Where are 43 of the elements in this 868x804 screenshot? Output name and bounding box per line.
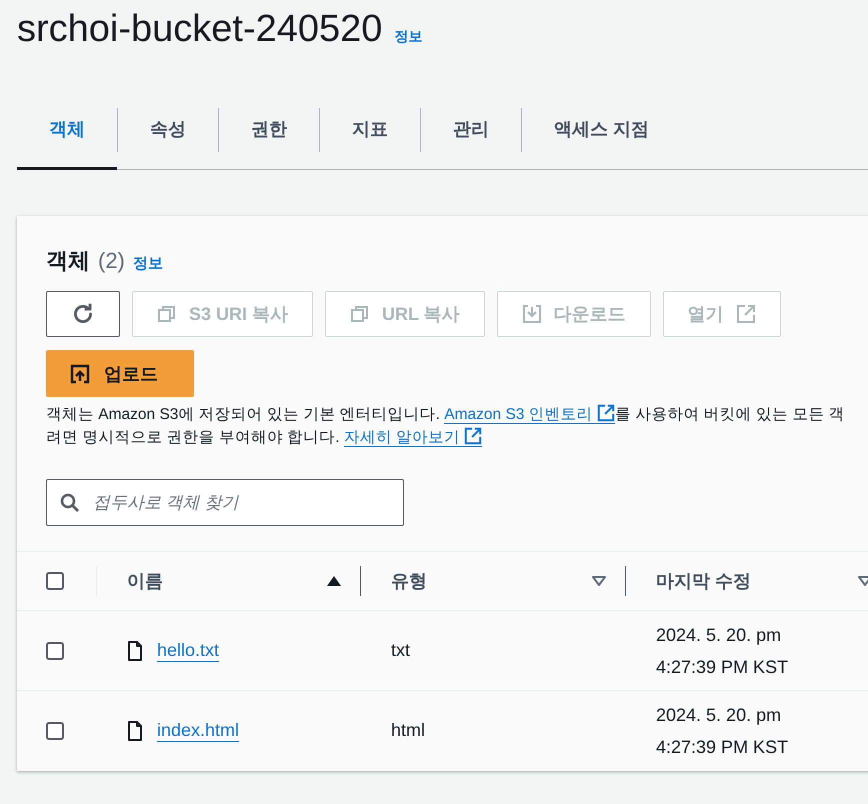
table-cell-text: 4:27:39 PM KST	[656, 736, 788, 758]
sort-ascending-icon[interactable]	[326, 574, 342, 588]
table-cell-text: 4:27:39 PM KST	[656, 656, 788, 678]
external-link[interactable]: Amazon S3 인벤토리	[444, 406, 616, 424]
panel-title: 객체	[46, 247, 90, 275]
description-text: 려면 명시적으로 권한을 부여해야 합니다. 자세히 알아보기	[46, 426, 868, 449]
column-header[interactable]: 마지막 수정	[656, 569, 857, 593]
bucket-title: srchoi-bucket-240520	[17, 8, 382, 51]
sort-icon[interactable]	[591, 574, 607, 588]
description-text: 객체는 Amazon S3에 저장되어 있는 기본 엔터티입니다. Amazon S3 인벤토리 를 사용하여 버킷에 있는 모든 객	[46, 403, 846, 426]
search-icon	[60, 493, 80, 513]
copy-icon	[350, 304, 370, 324]
object-count: (2)	[98, 248, 125, 274]
column-header[interactable]: 이름	[127, 569, 326, 593]
table-cell: txt	[391, 640, 410, 661]
file-icon	[127, 720, 143, 740]
object-link[interactable]: index.html	[157, 720, 240, 742]
info-link[interactable]: 정보	[394, 28, 422, 46]
file-icon	[127, 640, 143, 660]
table-cell: html	[391, 720, 426, 741]
tab[interactable]: 액세스 지점	[522, 90, 682, 170]
external-link[interactable]: 자세히 알아보기	[344, 429, 482, 447]
tab[interactable]: 관리	[421, 90, 521, 170]
external-link-icon	[597, 404, 616, 422]
upload-icon	[70, 364, 90, 384]
tab[interactable]: 속성	[118, 90, 218, 170]
external-link-icon	[736, 304, 756, 324]
search-field[interactable]: 접두사로 객체 찾기	[46, 479, 404, 526]
object-link[interactable]: hello.txt	[157, 640, 220, 662]
row-checkbox[interactable]	[46, 642, 64, 660]
select-all-checkbox[interactable]	[46, 572, 64, 590]
download-icon	[522, 304, 542, 324]
refresh-button[interactable]	[46, 291, 120, 337]
table-cell-text: 2024. 5. 20. pm	[656, 704, 782, 727]
external-link-icon	[464, 427, 482, 445]
table-cell-text: 2024. 5. 20. pm	[656, 624, 782, 647]
upload-button[interactable]: 업로드	[46, 350, 194, 397]
info-link[interactable]: 정보	[132, 254, 163, 273]
tab[interactable]: 지표	[320, 90, 420, 170]
tab[interactable]: 권한	[219, 90, 319, 170]
copy-icon	[157, 304, 177, 324]
column-header[interactable]: 유형	[391, 569, 591, 593]
row-checkbox[interactable]	[46, 722, 64, 740]
